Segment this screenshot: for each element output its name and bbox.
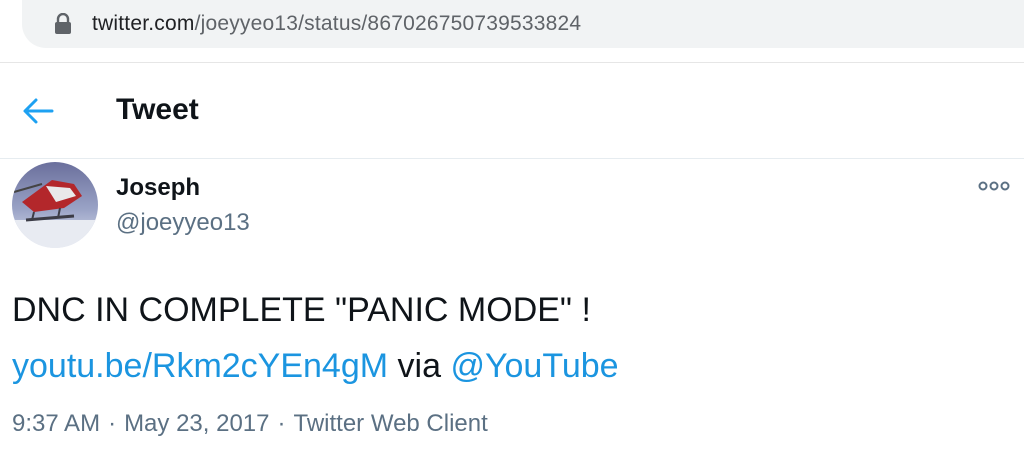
tweet-text-line2: youtu.be/Rkm2cYEn4gM via @YouTube [12, 338, 619, 394]
url-domain: twitter.com [92, 12, 195, 35]
tweet-page-header: Tweet [0, 63, 1024, 159]
url-text[interactable]: twitter.com/joeyyeo13/status/86702675073… [92, 12, 581, 36]
tweet-text: DNC IN COMPLETE "PANIC MODE" ! youtu.be/… [12, 282, 619, 394]
separator: · [277, 410, 286, 437]
tweet-time[interactable]: 9:37 AM [12, 410, 100, 437]
via-text: via [397, 347, 441, 385]
tweet-meta: 9:37 AM · May 23, 2017 · Twitter Web Client [12, 410, 488, 438]
avatar[interactable] [12, 162, 98, 248]
tweet-text-line1: DNC IN COMPLETE "PANIC MODE" ! [12, 291, 591, 329]
tweet-date[interactable]: May 23, 2017 [124, 410, 269, 437]
arrow-left-icon[interactable] [22, 97, 54, 125]
more-horizontal-icon[interactable] [978, 180, 1010, 192]
page-title: Tweet [116, 93, 199, 126]
separator: · [108, 410, 117, 437]
author-name[interactable]: Joseph [116, 174, 200, 202]
mention-link[interactable]: @YouTube [450, 347, 618, 385]
url-field[interactable]: twitter.com/joeyyeo13/status/86702675073… [22, 0, 1024, 48]
author-handle[interactable]: @joeyyeo13 [116, 209, 250, 237]
browser-address-bar: twitter.com/joeyyeo13/status/86702675073… [0, 0, 1024, 63]
lock-icon[interactable] [54, 13, 72, 35]
tweet-client[interactable]: Twitter Web Client [294, 410, 488, 437]
youtube-link[interactable]: youtu.be/Rkm2cYEn4gM [12, 347, 388, 385]
url-path: /joeyyeo13/status/867026750739533824 [194, 12, 582, 35]
avatar-image [12, 162, 98, 248]
